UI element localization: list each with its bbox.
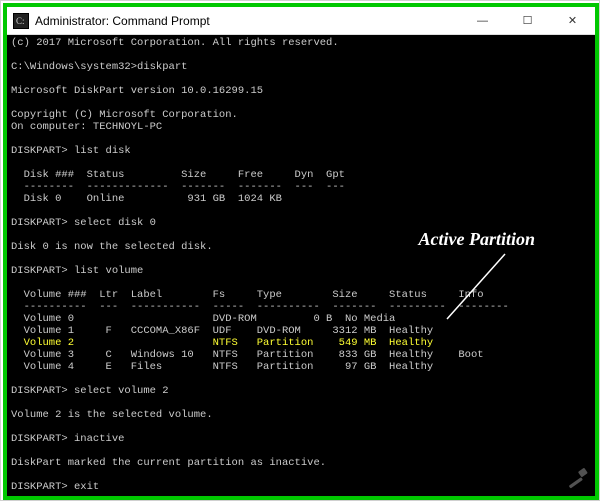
line-copyright2: Copyright (C) Microsoft Corporation. xyxy=(11,109,238,121)
line-exit: DISKPART> exit xyxy=(11,481,99,493)
line-vol-2-active: Volume 2 NTFS Partition 549 MB Healthy xyxy=(11,337,433,349)
line-vol-selected: Volume 2 is the selected volume. xyxy=(11,409,213,421)
terminal-output[interactable]: (c) 2017 Microsoft Corporation. All righ… xyxy=(7,35,595,496)
window-buttons: — ☐ ✕ xyxy=(460,7,595,34)
line-vol-divider: ---------- --- ----------- ----- -------… xyxy=(11,301,509,313)
line-computer: On computer: TECHNOYL-PC xyxy=(11,121,162,133)
annotation-active-partition: Active Partition xyxy=(419,229,536,250)
line-vol-1: Volume 1 F CCCOMA_X86F UDF DVD-ROM 3312 … xyxy=(11,325,433,337)
maximize-button[interactable]: ☐ xyxy=(505,7,550,34)
line-vol-header: Volume ### Ltr Label Fs Type Size Status… xyxy=(11,289,484,301)
line-vol-3: Volume 3 C Windows 10 NTFS Partition 833… xyxy=(11,349,484,361)
line-select-volume: DISKPART> select volume 2 xyxy=(11,385,169,397)
line-prompt-diskpart: C:\Windows\system32>diskpart xyxy=(11,61,187,73)
line-vol-4: Volume 4 E Files NTFS Partition 97 GB He… xyxy=(11,361,433,373)
command-prompt-window: C: Administrator: Command Prompt — ☐ ✕ (… xyxy=(3,3,599,500)
line-disk-divider: -------- ------------- ------- ------- -… xyxy=(11,181,345,193)
line-disk-header: Disk ### Status Size Free Dyn Gpt xyxy=(11,169,345,181)
line-inactive: DISKPART> inactive xyxy=(11,433,124,445)
line-disk-0: Disk 0 Online 931 GB 1024 KB xyxy=(11,193,282,205)
line-list-volume: DISKPART> list volume xyxy=(11,265,143,277)
line-disk-selected: Disk 0 is now the selected disk. xyxy=(11,241,213,253)
svg-text:C:: C: xyxy=(16,16,25,26)
line-select-disk: DISKPART> select disk 0 xyxy=(11,217,156,229)
cmd-icon: C: xyxy=(13,13,29,29)
window-title: Administrator: Command Prompt xyxy=(35,14,460,28)
minimize-button[interactable]: — xyxy=(460,7,505,34)
watermark-hammer-icon xyxy=(565,466,591,492)
line-version: Microsoft DiskPart version 10.0.16299.15 xyxy=(11,85,263,97)
close-button[interactable]: ✕ xyxy=(550,7,595,34)
line-list-disk: DISKPART> list disk xyxy=(11,145,131,157)
line-copyright: (c) 2017 Microsoft Corporation. All righ… xyxy=(11,37,339,49)
titlebar[interactable]: C: Administrator: Command Prompt — ☐ ✕ xyxy=(7,7,595,35)
line-vol-0: Volume 0 DVD-ROM 0 B No Media xyxy=(11,313,395,325)
line-inactive-msg: DiskPart marked the current partition as… xyxy=(11,457,326,469)
